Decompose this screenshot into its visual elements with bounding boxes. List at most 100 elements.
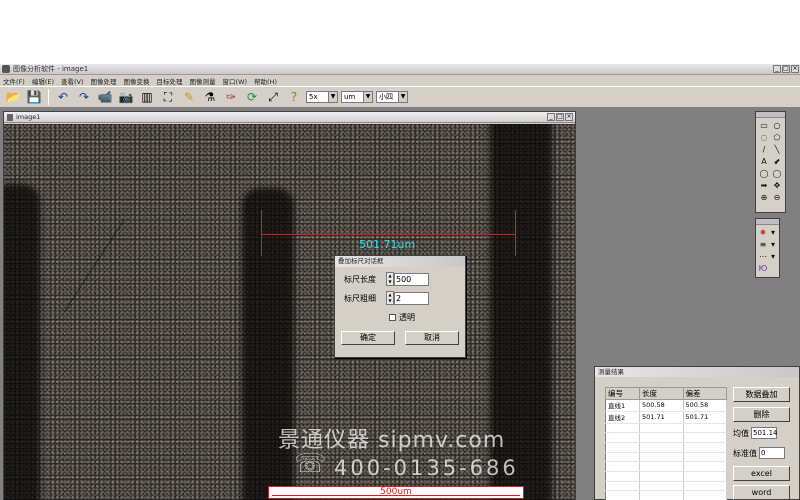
font-icon[interactable]: Ю	[758, 263, 768, 274]
excel-button[interactable]: excel	[733, 466, 790, 481]
screen: 图像分析软件 - image1 _ □ × 文件(F) 编辑(E) 查看(V) …	[0, 0, 800, 500]
thickness-row: 标尺粗细 ▲ ▼ 2	[344, 291, 429, 305]
zoom-out-icon[interactable]: ⊖	[771, 192, 783, 203]
word-button[interactable]: word	[733, 485, 790, 500]
table-row[interactable]: 直线1 500.58 500.58	[605, 399, 727, 412]
save-disk-icon[interactable]: 💾	[25, 88, 43, 106]
arrow-icon[interactable]: ➡	[758, 180, 770, 191]
thickness-label: 标尺粗细	[344, 293, 376, 303]
delete-button[interactable]: 删除	[733, 407, 790, 422]
chevron-down-icon[interactable]: ▾	[769, 251, 777, 262]
transparent-checkbox[interactable]: 透明	[389, 312, 415, 323]
menu-view[interactable]: 查看(V)	[61, 76, 84, 86]
line-style-icon[interactable]: ⋯	[758, 251, 768, 262]
histogram-icon[interactable]: ▥	[138, 88, 156, 106]
video-camera-icon[interactable]: 📹	[96, 88, 114, 106]
menu-image-processing[interactable]: 图像处理	[91, 76, 117, 86]
polygon-icon[interactable]: ⬠	[771, 132, 783, 143]
cancel-button[interactable]: 取消	[405, 331, 459, 345]
data-overlay-button[interactable]: 数据叠加	[733, 387, 790, 402]
scratch-line	[64, 219, 125, 312]
menu-bar: 文件(F) 编辑(E) 查看(V) 图像处理 图像变换 目标处理 图像测量 窗口…	[0, 75, 800, 86]
measure-label: 501.71um	[359, 238, 416, 251]
results-table: 编号 长度 偏差 直线1 500.58 500.58 直线2 501.71 50…	[604, 387, 727, 500]
unit-select[interactable]: um ▼	[341, 91, 373, 103]
objective-value: 5x	[309, 93, 318, 101]
camera-icon[interactable]: 📷	[117, 88, 135, 106]
unit-value: um	[344, 93, 356, 101]
rectangle-icon[interactable]: ▭	[758, 120, 770, 131]
empty-row	[605, 471, 727, 482]
close-button[interactable]: ×	[791, 65, 799, 73]
arrow-line-icon[interactable]: ⬋	[771, 156, 783, 167]
pencil-icon[interactable]: ✎	[180, 88, 198, 106]
cell-id: 直线2	[605, 411, 641, 424]
phone-icon: ☏	[294, 449, 327, 479]
line-icon[interactable]: /	[758, 144, 770, 155]
chevron-down-icon: ▼	[363, 92, 372, 102]
std-field: 标准值 0	[733, 447, 785, 459]
image-close-button[interactable]: ×	[565, 113, 573, 121]
move-icon[interactable]: ✥	[771, 180, 783, 191]
objective-select[interactable]: 5x ▼	[306, 91, 338, 103]
measure-tool-icon[interactable]: ⚗	[201, 88, 219, 106]
open-folder-icon[interactable]: 📂	[4, 88, 22, 106]
col-id-header[interactable]: 编号	[604, 387, 641, 400]
capture-icon[interactable]: ⤢	[264, 88, 282, 106]
circle-icon[interactable]: ◯	[758, 168, 770, 179]
dark-stripe	[4, 184, 40, 500]
scale-bar-line	[272, 495, 520, 496]
menu-window[interactable]: 窗口(W)	[223, 76, 248, 86]
lasso-icon[interactable]: ◌	[758, 132, 770, 143]
minimize-button[interactable]: _	[773, 65, 781, 73]
ellipse-icon[interactable]: ○	[771, 120, 783, 131]
menu-help[interactable]: 帮助(H)	[254, 76, 277, 86]
text-icon[interactable]: A	[758, 156, 770, 167]
microscope-image-canvas[interactable]: 501.71um 景通仪器 sipmv.com ☏ 400-0135-686 5…	[4, 124, 575, 500]
maximize-button[interactable]: □	[782, 65, 790, 73]
mean-value[interactable]: 501.14	[751, 427, 778, 439]
image-window: image1 _ □ × 501.71um 景通仪器 sipmv.com ☏ 4…	[3, 111, 576, 500]
col-deviation-header[interactable]: 偏差	[682, 387, 727, 400]
color-icon[interactable]: ✸	[758, 227, 768, 238]
image-maximize-button[interactable]: □	[556, 113, 564, 121]
app-icon	[2, 65, 10, 73]
ok-button[interactable]: 确定	[341, 331, 395, 345]
empty-row	[605, 442, 727, 453]
font-size-value: 小四	[379, 93, 393, 101]
measure-line[interactable]	[261, 234, 515, 235]
circle-alt-icon[interactable]: ◯	[771, 168, 783, 179]
cell-id: 直线1	[605, 399, 641, 412]
empty-row	[605, 452, 727, 463]
help-icon[interactable]: ?	[285, 88, 303, 106]
thickness-spinner[interactable]: ▲ ▼	[386, 291, 394, 305]
menu-edit[interactable]: 编辑(E)	[32, 76, 54, 86]
length-input[interactable]: 500	[394, 272, 429, 286]
undo-icon[interactable]: ↶	[54, 88, 72, 106]
diagonal-line-icon[interactable]: ╲	[771, 144, 783, 155]
image-window-controls: _ □ ×	[547, 113, 573, 121]
menu-image-measure[interactable]: 图像测量	[190, 76, 216, 86]
line-width-icon[interactable]: ≡	[758, 239, 768, 250]
checkbox-box[interactable]	[389, 314, 396, 321]
redo-icon[interactable]: ↷	[75, 88, 93, 106]
brush-icon[interactable]: ✑	[222, 88, 240, 106]
col-length-header[interactable]: 长度	[639, 387, 684, 400]
image-minimize-button[interactable]: _	[547, 113, 555, 121]
std-value[interactable]: 0	[759, 447, 785, 459]
menu-image-transform[interactable]: 图像变换	[124, 76, 150, 86]
chevron-down-icon: ▼	[398, 92, 407, 102]
length-spinner[interactable]: ▲ ▼	[386, 272, 394, 286]
zoom-in-icon[interactable]: ⊕	[758, 192, 770, 203]
refresh-icon[interactable]: ⟳	[243, 88, 261, 106]
chevron-down-icon[interactable]: ▾	[769, 227, 777, 238]
chevron-down-icon[interactable]: ▾	[769, 239, 777, 250]
toolbar-separator	[48, 89, 49, 105]
scan-icon[interactable]: ⛶	[159, 88, 177, 106]
font-size-select[interactable]: 小四 ▼	[376, 91, 408, 103]
scale-bar[interactable]: 500um	[268, 486, 524, 499]
table-row[interactable]: 直线2 501.71 501.71	[605, 411, 727, 424]
menu-file[interactable]: 文件(F)	[3, 76, 25, 86]
menu-target-processing[interactable]: 目标处理	[157, 76, 183, 86]
thickness-input[interactable]: 2	[394, 291, 429, 305]
